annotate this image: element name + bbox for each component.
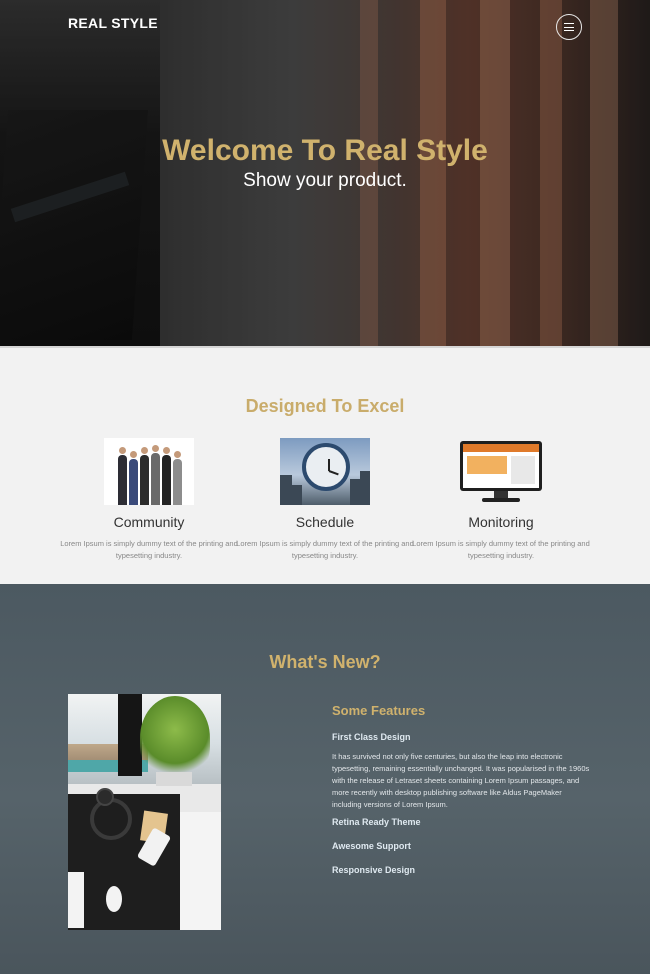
features-section: Designed To Excel Community Lorem Ipsum … <box>0 346 650 584</box>
feature-link-retina-ready-theme[interactable]: Retina Ready Theme <box>332 817 421 827</box>
community-photo <box>104 438 194 505</box>
plant-icon <box>140 696 210 780</box>
feature-card-community: Community Lorem Ipsum is simply dummy te… <box>59 438 239 562</box>
hero-title: Welcome To Real Style <box>162 134 488 167</box>
feature-link-awesome-support[interactable]: Awesome Support <box>332 841 411 851</box>
brand-logo[interactable]: REAL STYLE <box>68 15 158 31</box>
feature-card-schedule: Schedule Lorem Ipsum is simply dummy tex… <box>235 438 415 562</box>
monitor-photo <box>456 438 546 505</box>
menu-button[interactable] <box>556 14 582 40</box>
feature-description: Lorem Ipsum is simply dummy text of the … <box>60 539 238 560</box>
feature-card-monitoring: Monitoring Lorem Ipsum is simply dummy t… <box>411 438 591 562</box>
features-heading: Designed To Excel <box>245 396 405 416</box>
feature-description: Lorem Ipsum is simply dummy text of the … <box>412 539 590 560</box>
feature-title: Schedule <box>295 514 355 530</box>
clock-icon <box>302 443 350 491</box>
desk-workspace-photo <box>68 694 221 930</box>
whats-new-heading: What's New? <box>269 652 381 672</box>
features-list-heading: Some Features <box>332 703 426 718</box>
feature-link-first-class-design[interactable]: First Class Design <box>332 732 411 742</box>
feature-title: Community <box>113 514 185 530</box>
hero-subtitle: Show your product. <box>243 170 407 191</box>
feature-description: It has survived not only five centuries,… <box>332 752 590 809</box>
hero-section: REAL STYLE Welcome To Real Style Show yo… <box>0 0 650 346</box>
feature-description: Lorem Ipsum is simply dummy text of the … <box>236 539 414 560</box>
clock-photo <box>280 438 370 505</box>
whats-new-section: What's New? Some Features First Class De… <box>0 584 650 974</box>
headphones-icon <box>90 798 132 840</box>
feature-link-responsive-design[interactable]: Responsive Design <box>332 865 415 875</box>
mouse-icon <box>106 886 122 912</box>
feature-title: Monitoring <box>468 514 534 530</box>
hamburger-menu-icon <box>564 23 574 31</box>
